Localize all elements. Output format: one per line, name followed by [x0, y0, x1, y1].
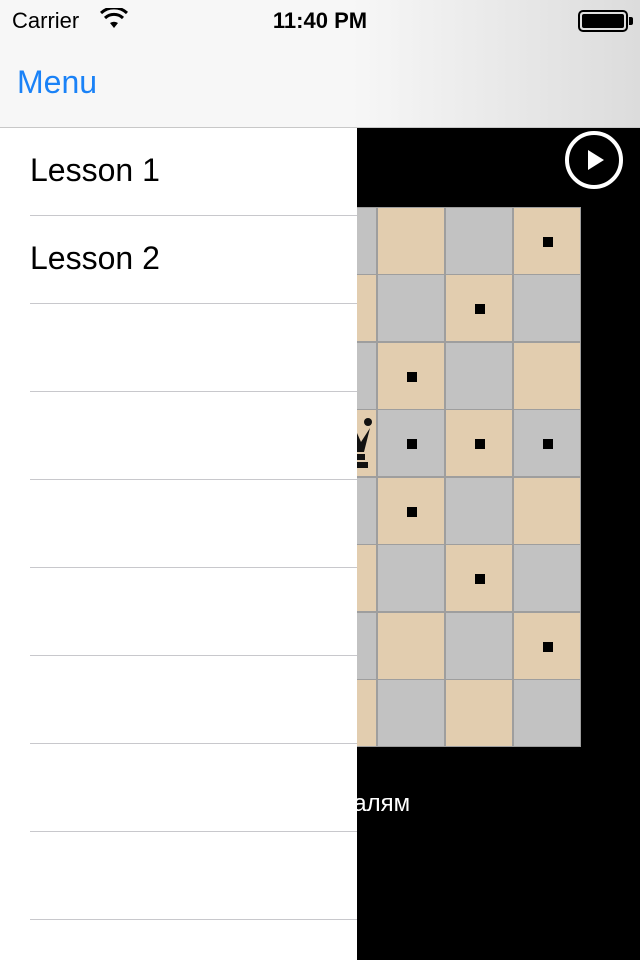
board-square[interactable] — [513, 409, 581, 477]
navigation-bar: Carrier 11:40 PM Menu — [0, 0, 640, 128]
move-marker — [475, 439, 485, 449]
board-square[interactable] — [513, 477, 581, 545]
move-marker — [407, 372, 417, 382]
board-square[interactable] — [445, 207, 513, 275]
menu-button[interactable]: Menu — [17, 64, 97, 101]
board-square[interactable] — [513, 612, 581, 680]
status-bar: Carrier 11:40 PM — [0, 0, 640, 40]
board-square[interactable] — [377, 274, 445, 342]
board-square[interactable] — [445, 342, 513, 410]
play-button[interactable] — [565, 131, 623, 189]
board-square[interactable] — [513, 679, 581, 747]
board-square[interactable] — [513, 342, 581, 410]
board-square[interactable] — [445, 544, 513, 612]
move-marker — [475, 304, 485, 314]
menu-item[interactable] — [30, 304, 357, 392]
menu-item[interactable] — [30, 480, 357, 568]
play-icon — [588, 150, 604, 170]
menu-item-lesson-2[interactable]: Lesson 2 — [30, 216, 357, 304]
board-square[interactable] — [513, 207, 581, 275]
board-square[interactable] — [513, 274, 581, 342]
board-square[interactable] — [445, 409, 513, 477]
board-square[interactable] — [377, 544, 445, 612]
battery-icon — [578, 10, 628, 32]
menu-item[interactable] — [30, 832, 357, 920]
board-square[interactable] — [445, 274, 513, 342]
battery-tip — [629, 17, 633, 25]
menu-item-label: Lesson 2 — [30, 240, 160, 276]
move-marker — [407, 439, 417, 449]
board-square[interactable] — [377, 207, 445, 275]
board-square[interactable] — [445, 679, 513, 747]
move-marker — [475, 574, 485, 584]
board-square[interactable] — [377, 342, 445, 410]
side-menu: Lesson 1 Lesson 2 — [0, 128, 357, 960]
menu-item[interactable] — [30, 392, 357, 480]
board-square[interactable] — [445, 612, 513, 680]
board-square[interactable] — [513, 544, 581, 612]
clock: 11:40 PM — [272, 8, 368, 33]
move-marker — [543, 439, 553, 449]
menu-item[interactable] — [30, 568, 357, 656]
move-marker — [407, 507, 417, 517]
move-marker — [543, 642, 553, 652]
board-square[interactable] — [377, 477, 445, 545]
menu-item[interactable] — [30, 656, 357, 744]
board-square[interactable] — [377, 612, 445, 680]
board-square[interactable] — [445, 477, 513, 545]
board-square[interactable] — [377, 679, 445, 747]
move-marker — [543, 237, 553, 247]
menu-item-label: Lesson 1 — [30, 152, 160, 188]
board-square[interactable] — [377, 409, 445, 477]
menu-item-lesson-1[interactable]: Lesson 1 — [30, 128, 357, 216]
menu-item[interactable] — [30, 744, 357, 832]
